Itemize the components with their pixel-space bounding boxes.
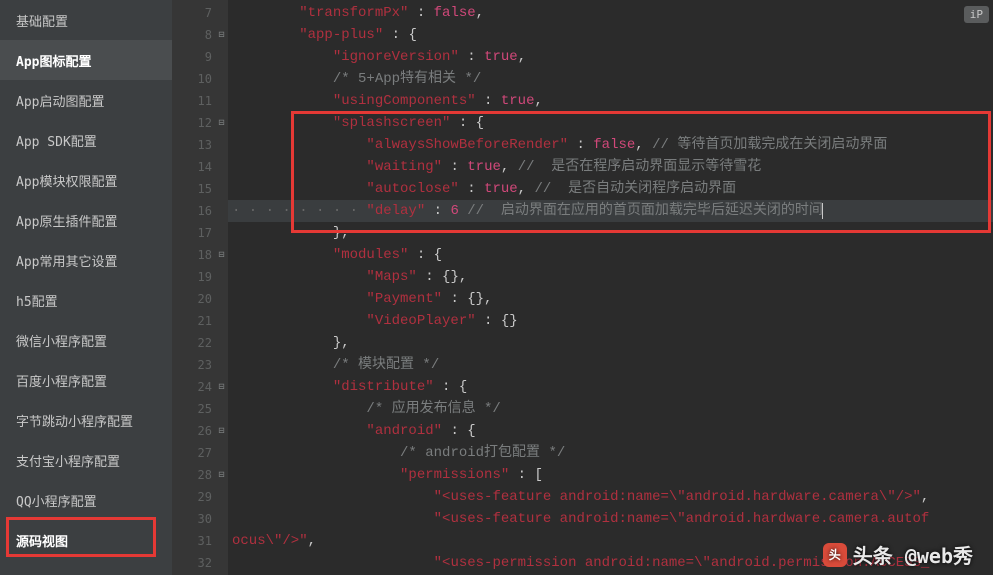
line-number: 7 bbox=[172, 2, 228, 24]
code-line[interactable]: "android" : { bbox=[228, 420, 993, 442]
line-number: 27 bbox=[172, 442, 228, 464]
code-line[interactable]: "<uses-feature android:name=\"android.ha… bbox=[228, 486, 993, 508]
code-line[interactable]: "Payment" : {}, bbox=[228, 288, 993, 310]
line-number: 19 bbox=[172, 266, 228, 288]
line-number: 28⊟ bbox=[172, 464, 228, 486]
line-number: 16 bbox=[172, 200, 228, 222]
code-line[interactable]: · · · · · · · · "delay" : 6 // 启动界面在应用的首… bbox=[228, 200, 993, 222]
line-number: 26⊟ bbox=[172, 420, 228, 442]
code-line[interactable]: "modules" : { bbox=[228, 244, 993, 266]
line-number: 10 bbox=[172, 68, 228, 90]
device-pill[interactable]: iP bbox=[964, 6, 989, 23]
code-area[interactable]: "transformPx" : false, "app-plus" : { "i… bbox=[228, 0, 993, 575]
line-number: 32 bbox=[172, 552, 228, 574]
line-number: 12⊟ bbox=[172, 112, 228, 134]
sidebar-item-12[interactable]: QQ小程序配置 bbox=[0, 480, 172, 520]
code-line[interactable]: /* 应用发布信息 */ bbox=[228, 398, 993, 420]
line-number: 25 bbox=[172, 398, 228, 420]
sidebar-item-0[interactable]: 基础配置 bbox=[0, 0, 172, 40]
code-line[interactable]: }, bbox=[228, 332, 993, 354]
code-line[interactable]: /* 5+App特有相关 */ bbox=[228, 68, 993, 90]
line-number: 11 bbox=[172, 90, 228, 112]
code-line[interactable]: "autoclose" : true, // 是否自动关闭程序启动界面 bbox=[228, 178, 993, 200]
fold-icon[interactable]: ⊟ bbox=[216, 118, 227, 129]
code-line[interactable]: /* android打包配置 */ bbox=[228, 442, 993, 464]
line-number: 9 bbox=[172, 46, 228, 68]
line-number: 22 bbox=[172, 332, 228, 354]
line-number-gutter: 78⊟9101112⊟131415161718⊟192021222324⊟252… bbox=[172, 0, 228, 575]
line-number: 24⊟ bbox=[172, 376, 228, 398]
sidebar-item-7[interactable]: h5配置 bbox=[0, 280, 172, 320]
code-line[interactable]: "permissions" : [ bbox=[228, 464, 993, 486]
sidebar-item-2[interactable]: App启动图配置 bbox=[0, 80, 172, 120]
line-number: 31 bbox=[172, 530, 228, 552]
line-number: 30 bbox=[172, 508, 228, 530]
line-number: 14 bbox=[172, 156, 228, 178]
fold-icon[interactable]: ⊟ bbox=[216, 470, 227, 481]
sidebar-item-8[interactable]: 微信小程序配置 bbox=[0, 320, 172, 360]
code-line[interactable]: "app-plus" : { bbox=[228, 24, 993, 46]
sidebar-item-10[interactable]: 字节跳动小程序配置 bbox=[0, 400, 172, 440]
code-line[interactable]: }, bbox=[228, 222, 993, 244]
code-line[interactable]: "transformPx" : false, bbox=[228, 2, 993, 24]
fold-icon[interactable]: ⊟ bbox=[216, 30, 227, 41]
sidebar-item-5[interactable]: App原生插件配置 bbox=[0, 200, 172, 240]
sidebar-item-11[interactable]: 支付宝小程序配置 bbox=[0, 440, 172, 480]
sidebar-item-4[interactable]: App模块权限配置 bbox=[0, 160, 172, 200]
code-line[interactable]: "<uses-feature android:name=\"android.ha… bbox=[228, 508, 993, 530]
sidebar-item-6[interactable]: App常用其它设置 bbox=[0, 240, 172, 280]
line-number: 17 bbox=[172, 222, 228, 244]
code-line[interactable]: "waiting" : true, // 是否在程序启动界面显示等待雪花 bbox=[228, 156, 993, 178]
watermark-icon: 头 bbox=[823, 543, 847, 567]
code-line[interactable]: "splashscreen" : { bbox=[228, 112, 993, 134]
line-number: 20 bbox=[172, 288, 228, 310]
line-number: 29 bbox=[172, 486, 228, 508]
fold-icon[interactable]: ⊟ bbox=[216, 426, 227, 437]
sidebar-item-1[interactable]: App图标配置 bbox=[0, 40, 172, 80]
line-number: 13 bbox=[172, 134, 228, 156]
line-number: 23 bbox=[172, 354, 228, 376]
text-caret bbox=[822, 203, 823, 219]
line-number: 18⊟ bbox=[172, 244, 228, 266]
sidebar-item-3[interactable]: App SDK配置 bbox=[0, 120, 172, 160]
code-line[interactable]: "usingComponents" : true, bbox=[228, 90, 993, 112]
line-number: 8⊟ bbox=[172, 24, 228, 46]
watermark-text: 头条 @web秀 bbox=[853, 540, 973, 569]
fold-icon[interactable]: ⊟ bbox=[216, 250, 227, 261]
code-line[interactable]: "VideoPlayer" : {} bbox=[228, 310, 993, 332]
sidebar-item-9[interactable]: 百度小程序配置 bbox=[0, 360, 172, 400]
fold-icon[interactable]: ⊟ bbox=[216, 382, 227, 393]
code-line[interactable]: "Maps" : {}, bbox=[228, 266, 993, 288]
line-number: 15 bbox=[172, 178, 228, 200]
code-line[interactable]: "ignoreVersion" : true, bbox=[228, 46, 993, 68]
watermark: 头 头条 @web秀 bbox=[823, 540, 973, 569]
sidebar-item-13[interactable]: 源码视图 bbox=[0, 520, 172, 560]
code-line[interactable]: "alwaysShowBeforeRender" : false, // 等待首… bbox=[228, 134, 993, 156]
code-editor[interactable]: 78⊟9101112⊟131415161718⊟192021222324⊟252… bbox=[172, 0, 993, 575]
sidebar: 基础配置App图标配置App启动图配置App SDK配置App模块权限配置App… bbox=[0, 0, 172, 575]
line-number: 21 bbox=[172, 310, 228, 332]
code-line[interactable]: "distribute" : { bbox=[228, 376, 993, 398]
code-line[interactable]: /* 模块配置 */ bbox=[228, 354, 993, 376]
